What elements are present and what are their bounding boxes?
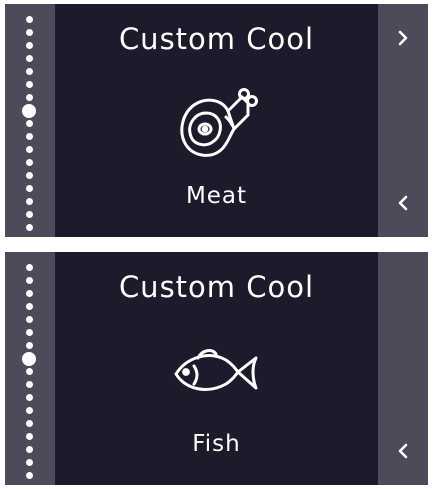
fish-icon <box>172 332 262 412</box>
page-dot <box>26 172 33 179</box>
page-dot <box>26 446 33 453</box>
screen-title: Custom Cool <box>118 270 315 304</box>
page-dot <box>26 290 33 297</box>
navigation-rail <box>378 4 428 237</box>
page-dot <box>26 329 33 336</box>
page-dot <box>26 394 33 401</box>
next-button[interactable] <box>378 18 428 58</box>
page-dot <box>26 55 33 62</box>
food-category-label: Fish <box>192 431 241 457</box>
page-dot <box>26 94 33 101</box>
page-dot <box>26 342 33 349</box>
page-dot <box>26 433 33 440</box>
page-dot <box>26 29 33 36</box>
page-dot <box>26 211 33 218</box>
page-dot <box>26 133 33 140</box>
page-dot <box>26 159 33 166</box>
chevron-right-icon <box>398 30 408 46</box>
page-dot <box>26 459 33 466</box>
page-dot <box>26 42 33 49</box>
page-dot <box>26 81 33 88</box>
page-dot <box>26 316 33 323</box>
page-dot <box>26 185 33 192</box>
navigation-rail <box>378 252 428 485</box>
page-dot <box>26 16 33 23</box>
page-dot <box>26 224 33 231</box>
page-dot <box>26 407 33 414</box>
meat-icon <box>172 84 262 164</box>
page-dot-active <box>22 103 36 118</box>
page-dot <box>26 146 33 153</box>
page-dot <box>26 277 33 284</box>
page-dot <box>26 368 33 375</box>
page-dot <box>26 472 33 479</box>
chevron-left-icon <box>398 195 408 211</box>
page-dot <box>26 264 33 271</box>
page-dot <box>26 198 33 205</box>
page-dot <box>26 420 33 427</box>
page-dot <box>26 303 33 310</box>
food-category-label: Meat <box>185 183 248 209</box>
previous-button[interactable] <box>378 183 428 223</box>
page-dot <box>26 120 33 127</box>
previous-button[interactable] <box>378 431 428 471</box>
page-indicator-rail <box>5 4 55 237</box>
page-dot <box>26 68 33 75</box>
page-dot-active <box>22 351 36 366</box>
page-indicator-rail <box>5 252 55 485</box>
custom-cool-panel-meat: Custom Cool Meat <box>5 4 428 237</box>
custom-cool-panel-fish: Custom Cool Fish <box>5 252 428 485</box>
page-dot <box>26 381 33 388</box>
chevron-left-icon <box>398 443 408 459</box>
screen-title: Custom Cool <box>118 22 315 56</box>
